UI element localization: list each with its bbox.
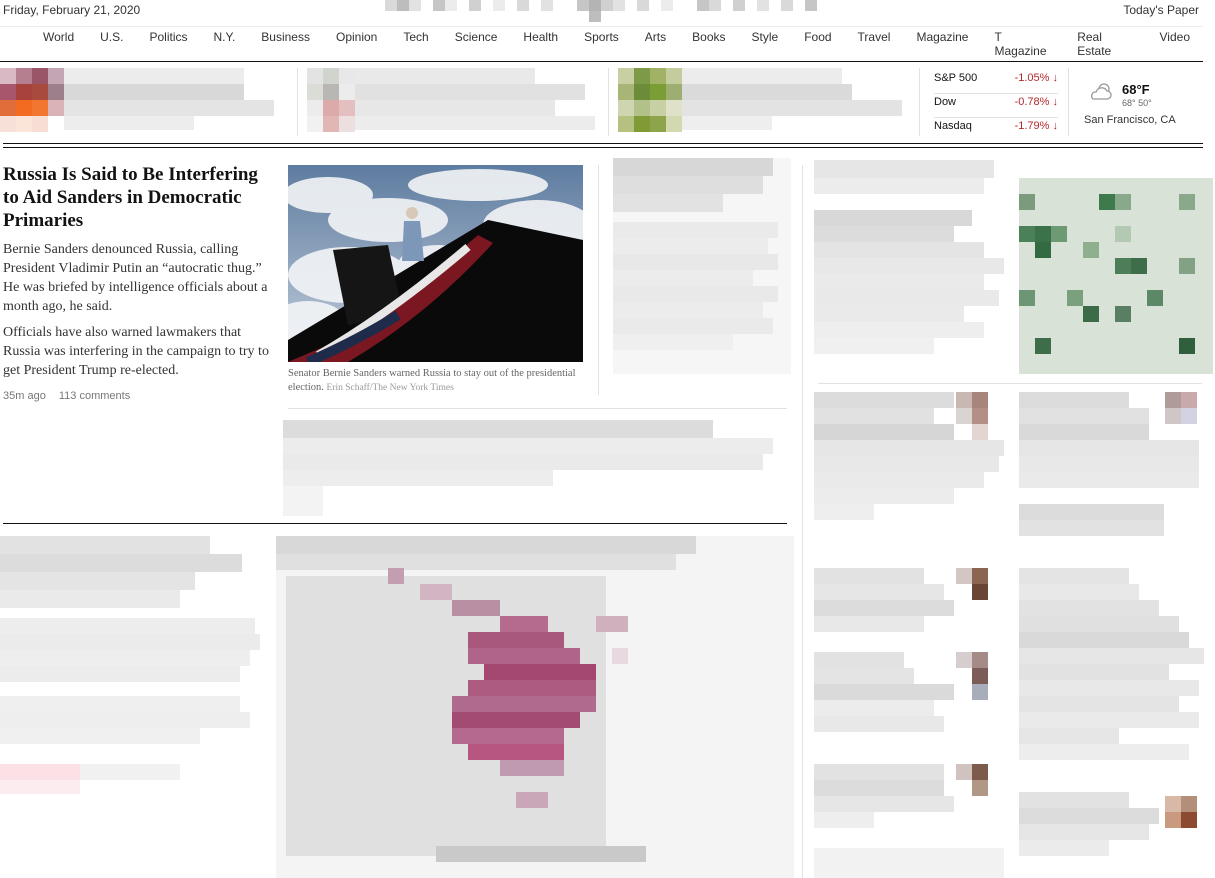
nav-item-science[interactable]: Science — [455, 30, 498, 58]
nav-item-health[interactable]: Health — [523, 30, 558, 58]
story-graphic[interactable] — [276, 536, 794, 878]
nav-item-opinion[interactable]: Opinion — [336, 30, 377, 58]
story-block[interactable] — [283, 420, 783, 518]
market-row[interactable]: S&P 500 -1.05% ↓ — [934, 70, 1058, 94]
section-rule — [3, 523, 787, 524]
weather-divider — [1068, 68, 1069, 136]
market-change-value: -1.05% — [1014, 72, 1050, 84]
nav-item-n-y[interactable]: N.Y. — [213, 30, 235, 58]
market-name: Dow — [934, 96, 957, 108]
section-nav: World U.S. Politics N.Y. Business Opinion Tech… — [0, 26, 1203, 62]
photo-credit: Erin Schaff/The New York Times — [326, 383, 454, 393]
nav-item-world[interactable]: World — [43, 30, 74, 58]
partly-cloudy-icon — [1091, 83, 1112, 100]
weather-range: 68° 50° — [1122, 98, 1152, 108]
column-divider — [802, 165, 803, 878]
story-divider — [288, 408, 787, 409]
lead-summary-secondary[interactable]: Officials have also warned lawmakers tha… — [3, 323, 278, 380]
lead-summary[interactable]: Bernie Sanders denounced Russia, calling… — [3, 240, 278, 316]
down-arrow-icon: ↓ — [1049, 96, 1058, 108]
market-name: S&P 500 — [934, 72, 978, 84]
nav-item-style[interactable]: Style — [752, 30, 779, 58]
lead-comments-link[interactable]: 113 comments — [59, 390, 130, 402]
section-double-rule — [3, 143, 1203, 148]
nav-item-magazine[interactable]: Magazine — [916, 30, 968, 58]
nav-item-sports[interactable]: Sports — [584, 30, 619, 58]
nav-item-food[interactable]: Food — [804, 30, 831, 58]
nav-item-u-s[interactable]: U.S. — [100, 30, 123, 58]
weather-location: San Francisco, CA — [1084, 114, 1176, 126]
market-row[interactable]: Dow -0.78% ↓ — [934, 94, 1058, 118]
story-divider — [818, 383, 1202, 384]
markets-divider — [919, 68, 920, 136]
market-change: -0.78% ↓ — [1015, 94, 1058, 117]
story-block[interactable] — [814, 160, 1004, 360]
story-block[interactable] — [613, 158, 791, 374]
market-change-value: -0.78% — [1014, 96, 1050, 108]
nav-item-books[interactable]: Books — [692, 30, 725, 58]
lead-photo[interactable] — [288, 165, 583, 362]
nav-item-t-magazine[interactable]: T Magazine — [994, 30, 1051, 58]
market-name: Nasdaq — [934, 120, 972, 132]
date-line: Friday, February 21, 2020 — [3, 3, 141, 17]
masthead-logo[interactable] — [385, 0, 818, 22]
lead-meta: 35m ago 113 comments — [3, 390, 130, 402]
nav-item-tech[interactable]: Tech — [403, 30, 428, 58]
story-block[interactable] — [1019, 392, 1205, 552]
lead-headline[interactable]: Russia Is Said to Be Interfering to Aid … — [3, 163, 273, 232]
market-change: -1.05% ↓ — [1015, 70, 1058, 93]
down-arrow-icon: ↓ — [1049, 72, 1058, 84]
promo-divider — [297, 68, 298, 136]
market-row[interactable]: Nasdaq -1.79% ↓ — [934, 118, 1058, 142]
markets-widget[interactable]: S&P 500 -1.05% ↓ Dow -0.78% ↓ Nasdaq -1.79% ↓ — [934, 70, 1058, 142]
promo-divider — [608, 68, 609, 136]
lead-photo-caption: Senator Bernie Sanders warned Russia to … — [288, 367, 588, 395]
market-change: -1.79% ↓ — [1015, 118, 1058, 142]
promo-story-1[interactable] — [0, 68, 290, 134]
promo-story-3[interactable] — [618, 68, 908, 134]
nav-item-business[interactable]: Business — [261, 30, 310, 58]
promo-story-2[interactable] — [307, 68, 597, 134]
weather-widget[interactable]: 68°F 68° 50° San Francisco, CA — [1080, 80, 1200, 130]
down-arrow-icon: ↓ — [1049, 120, 1058, 132]
todays-paper-link[interactable]: Today's Paper — [1123, 3, 1199, 17]
nav-item-arts[interactable]: Arts — [645, 30, 666, 58]
story-block[interactable] — [0, 536, 262, 826]
weather-temp: 68°F — [1122, 82, 1150, 97]
nav-item-travel[interactable]: Travel — [858, 30, 891, 58]
story-list[interactable] — [1019, 568, 1205, 868]
market-change-value: -1.79% — [1014, 120, 1050, 132]
story-list[interactable] — [814, 568, 1004, 878]
story-photo[interactable] — [1019, 178, 1213, 374]
nav-item-politics[interactable]: Politics — [149, 30, 187, 58]
section-nav-list: World U.S. Politics N.Y. Business Opinion Tech… — [0, 30, 1203, 58]
lead-timestamp: 35m ago — [3, 390, 46, 402]
story-block[interactable] — [814, 392, 1004, 552]
column-divider — [598, 165, 599, 395]
nav-item-video[interactable]: Video — [1160, 30, 1190, 58]
nav-item-real-estate[interactable]: Real Estate — [1077, 30, 1133, 58]
